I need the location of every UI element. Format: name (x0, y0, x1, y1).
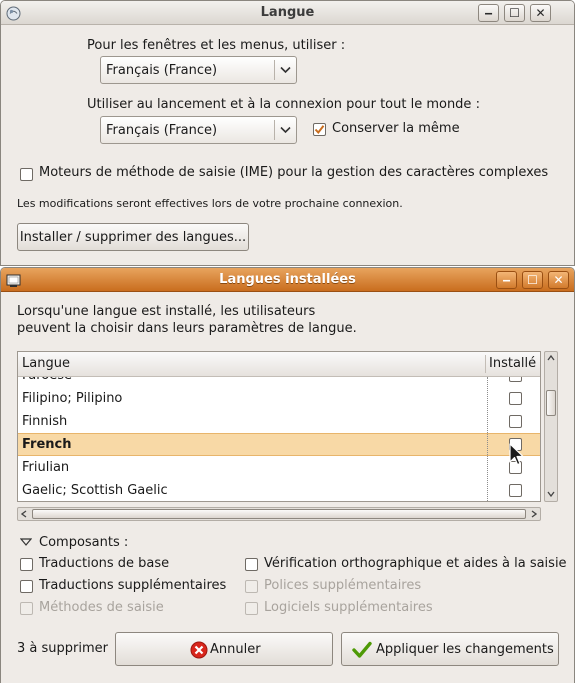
installed-checkbox[interactable] (509, 415, 522, 428)
menus-language-value: Français (France) (106, 63, 218, 78)
component-checkbox-disabled (245, 602, 258, 615)
language-name: Friulian (22, 460, 70, 475)
keep-same-label[interactable]: Conserver la même (332, 121, 460, 136)
description-line-1: Lorsqu'une langue est installé, les util… (17, 304, 316, 319)
startup-label: Utiliser au lancement et à la connexion … (87, 97, 480, 112)
close-button[interactable]: ✕ (548, 271, 569, 289)
scroll-right-icon[interactable] (531, 510, 537, 518)
component-checkbox[interactable] (245, 558, 258, 571)
minimize-icon: ‒ (502, 273, 511, 287)
component-label-disabled: Logiciels supplémentaires (264, 600, 433, 615)
mouse-cursor (509, 443, 524, 466)
horizontal-scroll-thumb[interactable] (32, 509, 526, 519)
installed-title: Langues installées (219, 272, 356, 287)
language-name: Filipino; Pilipino (22, 391, 123, 406)
maximize-button[interactable]: ☐ (522, 271, 543, 289)
cancel-label: Annuler (210, 642, 261, 657)
install-languages-label: Installer / supprimer des langues... (19, 230, 247, 245)
table-row[interactable]: Friulian (18, 456, 540, 479)
component-checkbox[interactable] (20, 558, 33, 571)
chevron-down-icon (280, 126, 291, 134)
installed-languages-window: Langues installées ‒ ☐ ✕ Lorsqu'une lang… (0, 267, 575, 683)
chevron-down-icon (280, 66, 291, 74)
column-header-language[interactable]: Langue (22, 356, 70, 371)
installed-titlebar[interactable]: Langues installées ‒ ☐ ✕ (1, 268, 574, 292)
language-name: French (22, 437, 72, 452)
langue-titlebar[interactable]: Langue ‒ ☐ ✕ (1, 1, 574, 25)
table-row-selected[interactable]: French (18, 433, 540, 456)
minimize-button[interactable]: ‒ (496, 271, 517, 289)
ime-label[interactable]: Moteurs de méthode de saisie (IME) pour … (39, 165, 548, 180)
scroll-up-icon[interactable] (547, 355, 555, 361)
notice-text: Les modifications seront effectives lors… (17, 197, 403, 210)
langue-window: Langue ‒ ☐ ✕ Pour les fenêtres et les me… (0, 0, 575, 266)
expander-icon[interactable] (20, 538, 32, 547)
language-name: Gaelic; Scottish Gaelic (22, 483, 168, 498)
components-header[interactable]: Composants : (39, 535, 128, 550)
install-languages-button[interactable]: Installer / supprimer des langues... (17, 223, 249, 251)
startup-language-combo[interactable]: Français (France) (100, 116, 297, 144)
column-header-installed[interactable]: Installé (489, 356, 536, 371)
remove-count: 3 à supprimer (17, 641, 108, 656)
close-icon: ✕ (553, 273, 564, 287)
keep-same-checkbox[interactable] (313, 123, 326, 136)
component-label[interactable]: Vérification orthographique et aides à l… (264, 556, 567, 571)
component-label[interactable]: Traductions supplémentaires (39, 578, 226, 593)
installed-checkbox[interactable] (509, 484, 522, 497)
minimize-icon: ‒ (484, 6, 493, 20)
close-button[interactable]: ✕ (530, 4, 551, 22)
apply-label: Appliquer les changements (376, 642, 554, 657)
menus-label: Pour les fenêtres et les menus, utiliser… (87, 38, 346, 53)
scroll-left-icon[interactable] (21, 510, 27, 518)
description-line-2: peuvent la choisir dans leurs paramètres… (17, 321, 357, 336)
component-checkbox[interactable] (20, 580, 33, 593)
startup-language-value: Français (France) (106, 123, 218, 138)
installed-checkbox[interactable] (509, 392, 522, 405)
vertical-scroll-thumb[interactable] (546, 390, 556, 416)
vertical-scrollbar[interactable] (544, 351, 558, 502)
cancel-icon (190, 641, 208, 659)
ime-checkbox[interactable] (20, 168, 33, 181)
component-label-disabled: Méthodes de saisie (39, 600, 164, 615)
table-row[interactable]: Gaelic; Scottish Gaelic (18, 479, 540, 501)
close-icon: ✕ (535, 6, 546, 20)
language-list[interactable]: Langue Installé Faroese Filipino; Pilipi… (17, 351, 541, 502)
apply-button[interactable]: Appliquer les changements (341, 632, 559, 666)
maximize-button[interactable]: ☐ (504, 4, 525, 22)
checkmark-icon (314, 125, 325, 135)
menus-language-combo[interactable]: Français (France) (100, 56, 297, 84)
table-row[interactable]: Finnish (18, 410, 540, 433)
minimize-button[interactable]: ‒ (478, 4, 499, 22)
language-name: Finnish (22, 414, 68, 429)
maximize-icon: ☐ (527, 273, 538, 287)
maximize-icon: ☐ (509, 6, 520, 20)
apply-icon (352, 641, 372, 658)
component-checkbox-disabled (20, 602, 33, 615)
table-row[interactable]: Filipino; Pilipino (18, 387, 540, 410)
cancel-button[interactable]: Annuler (115, 632, 333, 666)
scroll-down-icon[interactable] (547, 491, 555, 497)
component-label-disabled: Polices supplémentaires (264, 578, 422, 593)
component-label[interactable]: Traductions de base (39, 556, 169, 571)
horizontal-scrollbar[interactable] (17, 507, 541, 521)
component-checkbox-disabled (245, 580, 258, 593)
